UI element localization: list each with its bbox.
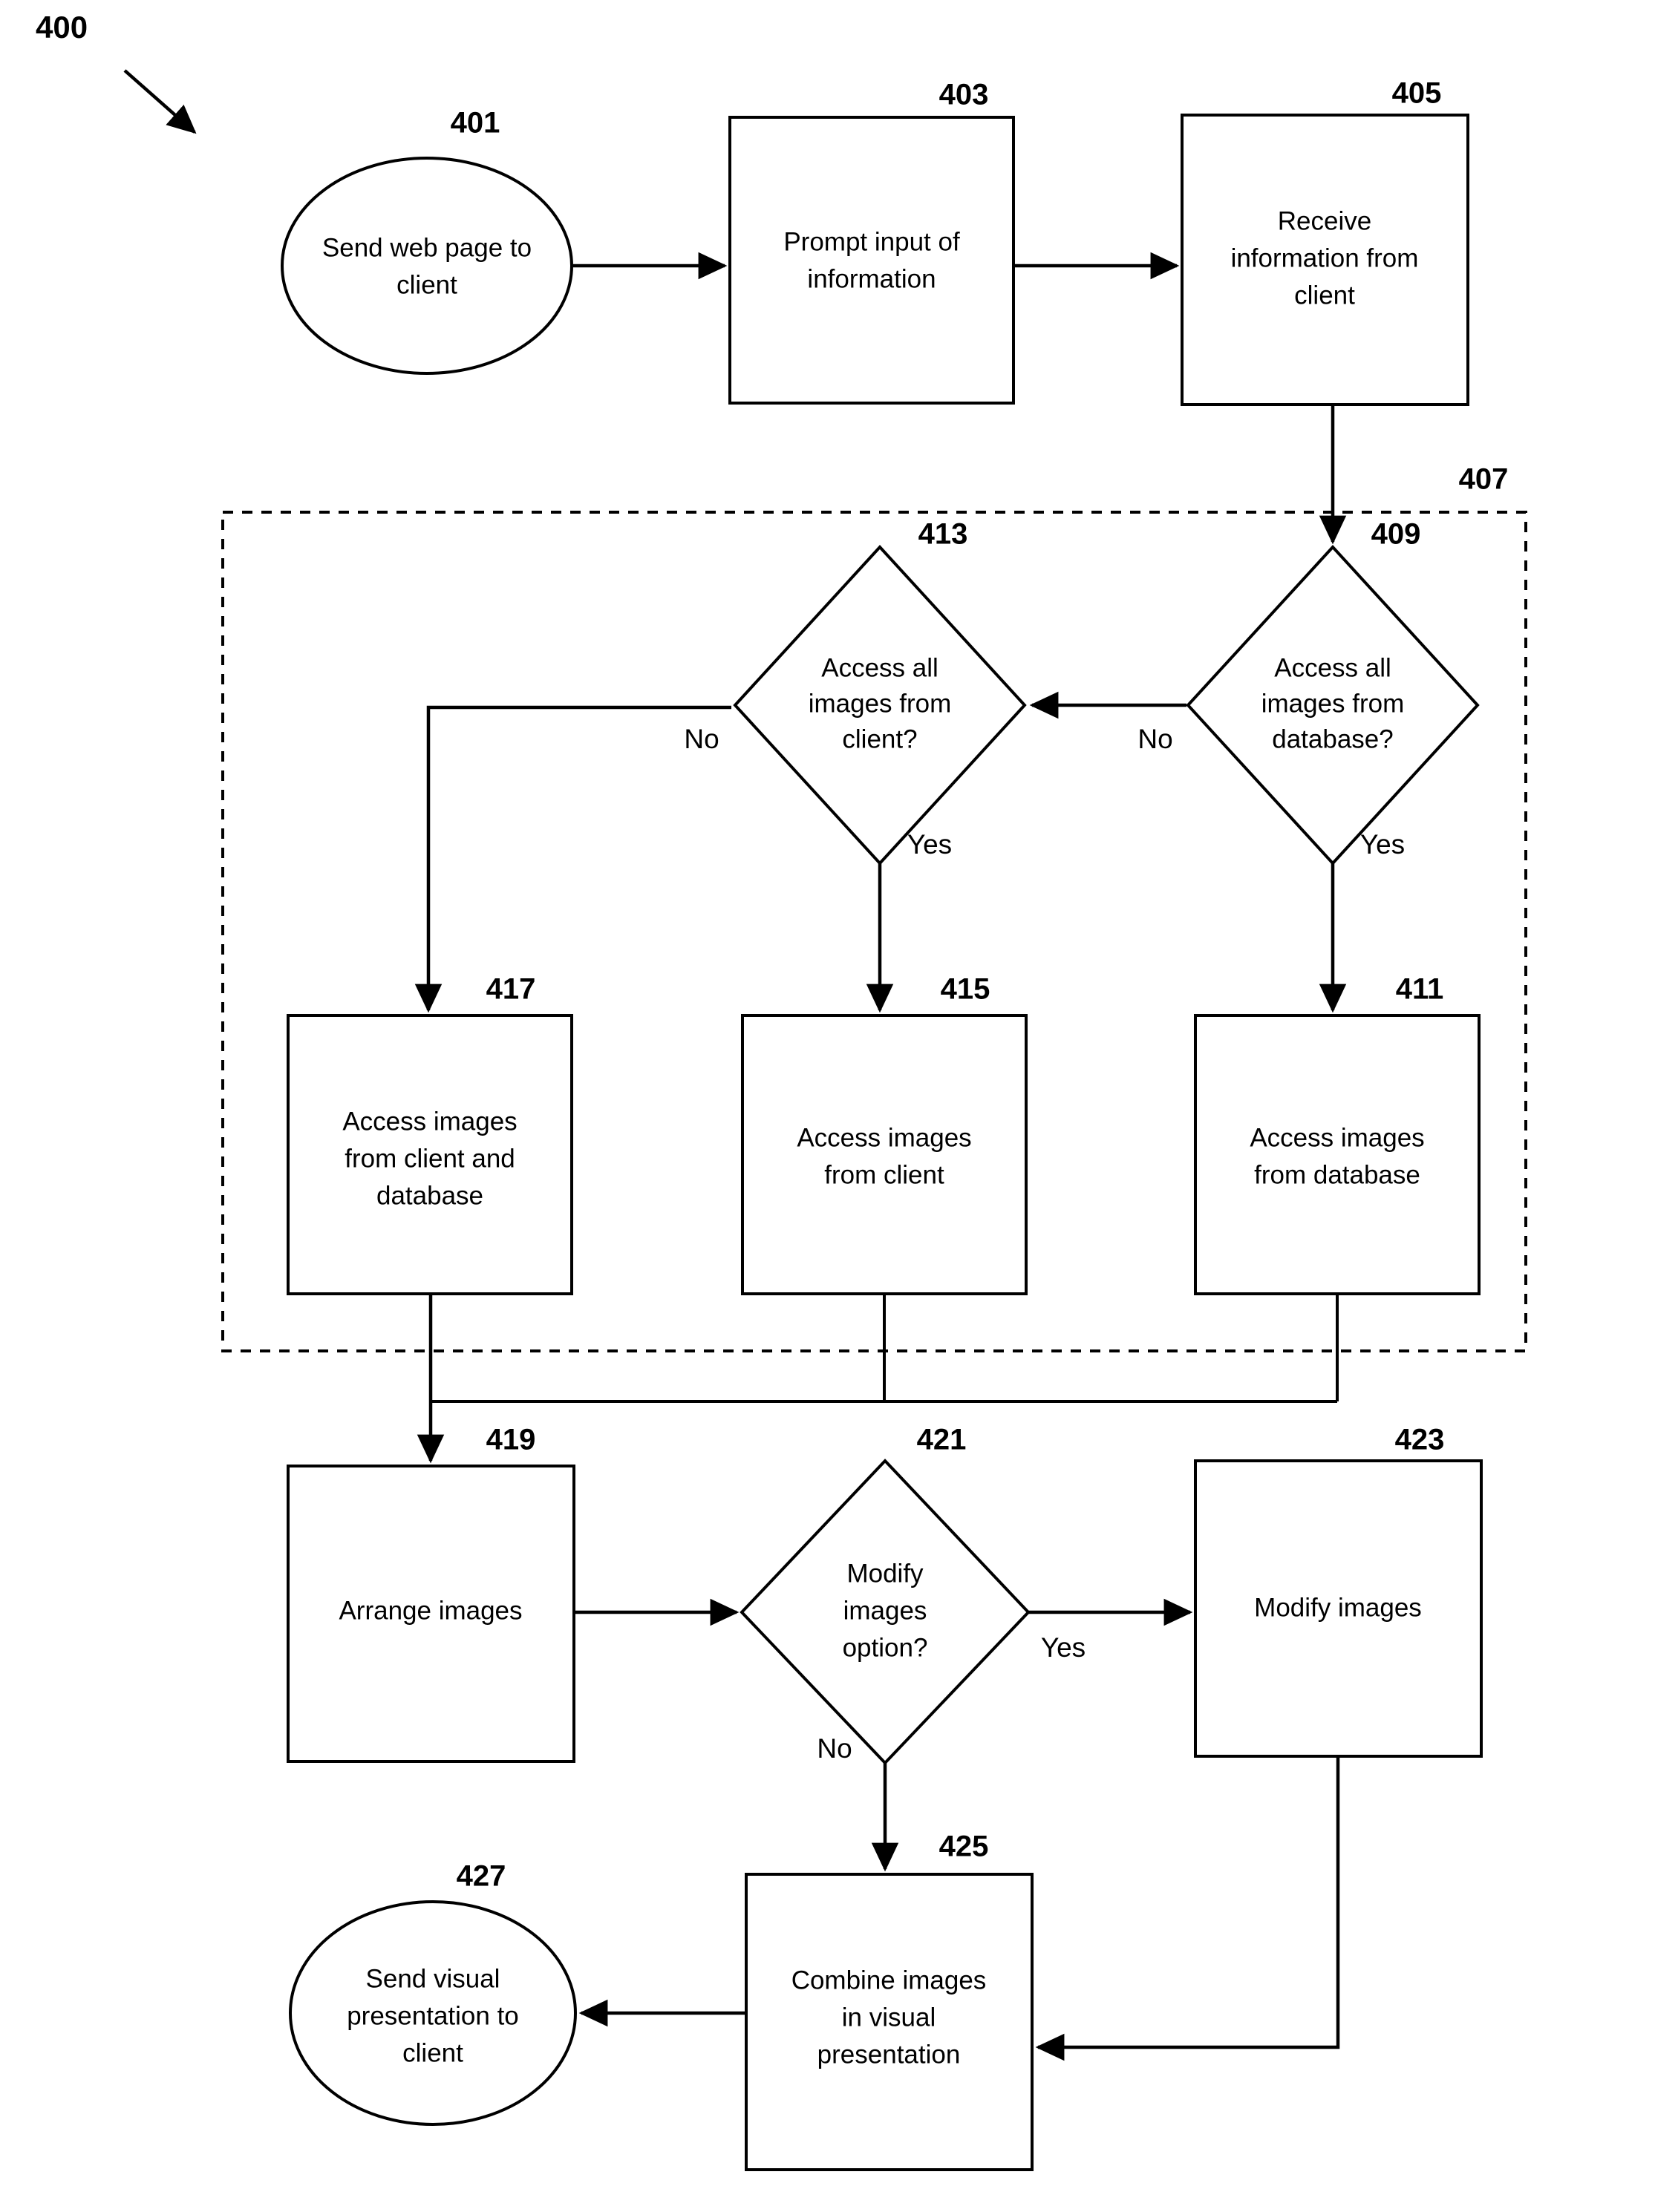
edge-label-421-yes: Yes — [1041, 1632, 1086, 1663]
node-405-line-0: Receive — [1278, 206, 1371, 235]
node-425-line-2: presentation — [817, 2040, 961, 2069]
flowchart-page: 400 407 401 Send web page to client 403 … — [0, 0, 1655, 2212]
ref-label-411: 411 — [1396, 973, 1444, 1006]
ref-label-421: 421 — [917, 1424, 967, 1456]
node-401-line-0: Send web page to — [322, 233, 532, 262]
node-409-line-2: database? — [1272, 724, 1393, 753]
node-415-shape[interactable] — [741, 1014, 1028, 1295]
node-411-line-1: from database — [1254, 1160, 1420, 1189]
edge-label-409-yes: Yes — [1360, 829, 1405, 860]
edge-label-413-yes: Yes — [907, 829, 952, 860]
ref-label-419: 419 — [486, 1424, 536, 1456]
ref-label-425: 425 — [939, 1830, 989, 1863]
ref-label-415: 415 — [941, 973, 990, 1006]
node-411-line-0: Access images — [1250, 1123, 1424, 1152]
node-427-line-1: presentation to — [347, 2001, 519, 2030]
ref-label-427: 427 — [457, 1860, 506, 1893]
flowchart-diagram: 400 407 401 Send web page to client 403 … — [36, 10, 1527, 2171]
node-421-line-0: Modify — [846, 1559, 924, 1588]
ref-label-401: 401 — [451, 107, 500, 140]
ref-label-403: 403 — [939, 79, 989, 111]
node-425-line-1: in visual — [842, 2003, 936, 2032]
node-401-line-1: client — [396, 270, 457, 299]
figure-pointer-arrow — [123, 69, 197, 134]
node-417-line-0: Access images — [342, 1107, 517, 1136]
figure-label: 400 — [36, 10, 88, 45]
node-409-line-1: images from — [1261, 689, 1405, 718]
node-427-line-2: client — [402, 2038, 463, 2067]
edge-423-to-425 — [1035, 1756, 1340, 2061]
node-421-line-2: option? — [843, 1633, 928, 1662]
node-427-line-0: Send visual — [366, 1964, 500, 1993]
node-415-line-1: from client — [824, 1160, 944, 1189]
node-423-line-0: Modify images — [1254, 1593, 1422, 1622]
node-413-line-0: Access all — [821, 653, 939, 682]
ref-label-423: 423 — [1395, 1424, 1445, 1456]
node-401-shape[interactable] — [281, 157, 573, 375]
node-413-line-2: client? — [842, 724, 917, 753]
node-417-line-2: database — [376, 1181, 483, 1210]
node-421-line-1: images — [843, 1596, 927, 1625]
node-419-line-0: Arrange images — [339, 1596, 522, 1625]
ref-label-407: 407 — [1459, 463, 1509, 496]
node-409-line-0: Access all — [1274, 653, 1391, 682]
edge-label-421-no: No — [817, 1733, 852, 1764]
node-417-line-1: from client and — [345, 1144, 515, 1173]
node-405-line-2: client — [1294, 281, 1355, 310]
node-403-shape[interactable] — [728, 116, 1015, 405]
node-411-shape[interactable] — [1194, 1014, 1481, 1295]
edge-label-413-no: No — [684, 724, 719, 754]
ref-label-417: 417 — [486, 973, 536, 1006]
ref-label-405: 405 — [1392, 77, 1442, 110]
node-403-line-1: information — [807, 264, 936, 293]
ref-label-409: 409 — [1371, 518, 1421, 551]
node-415-line-0: Access images — [797, 1123, 971, 1152]
ref-label-413: 413 — [918, 518, 968, 551]
node-425-line-0: Combine images — [791, 1966, 987, 1995]
node-403-line-0: Prompt input of — [783, 227, 960, 256]
node-413-line-1: images from — [809, 689, 952, 718]
edge-label-409-no: No — [1137, 724, 1172, 754]
node-405-line-1: information from — [1231, 243, 1419, 272]
